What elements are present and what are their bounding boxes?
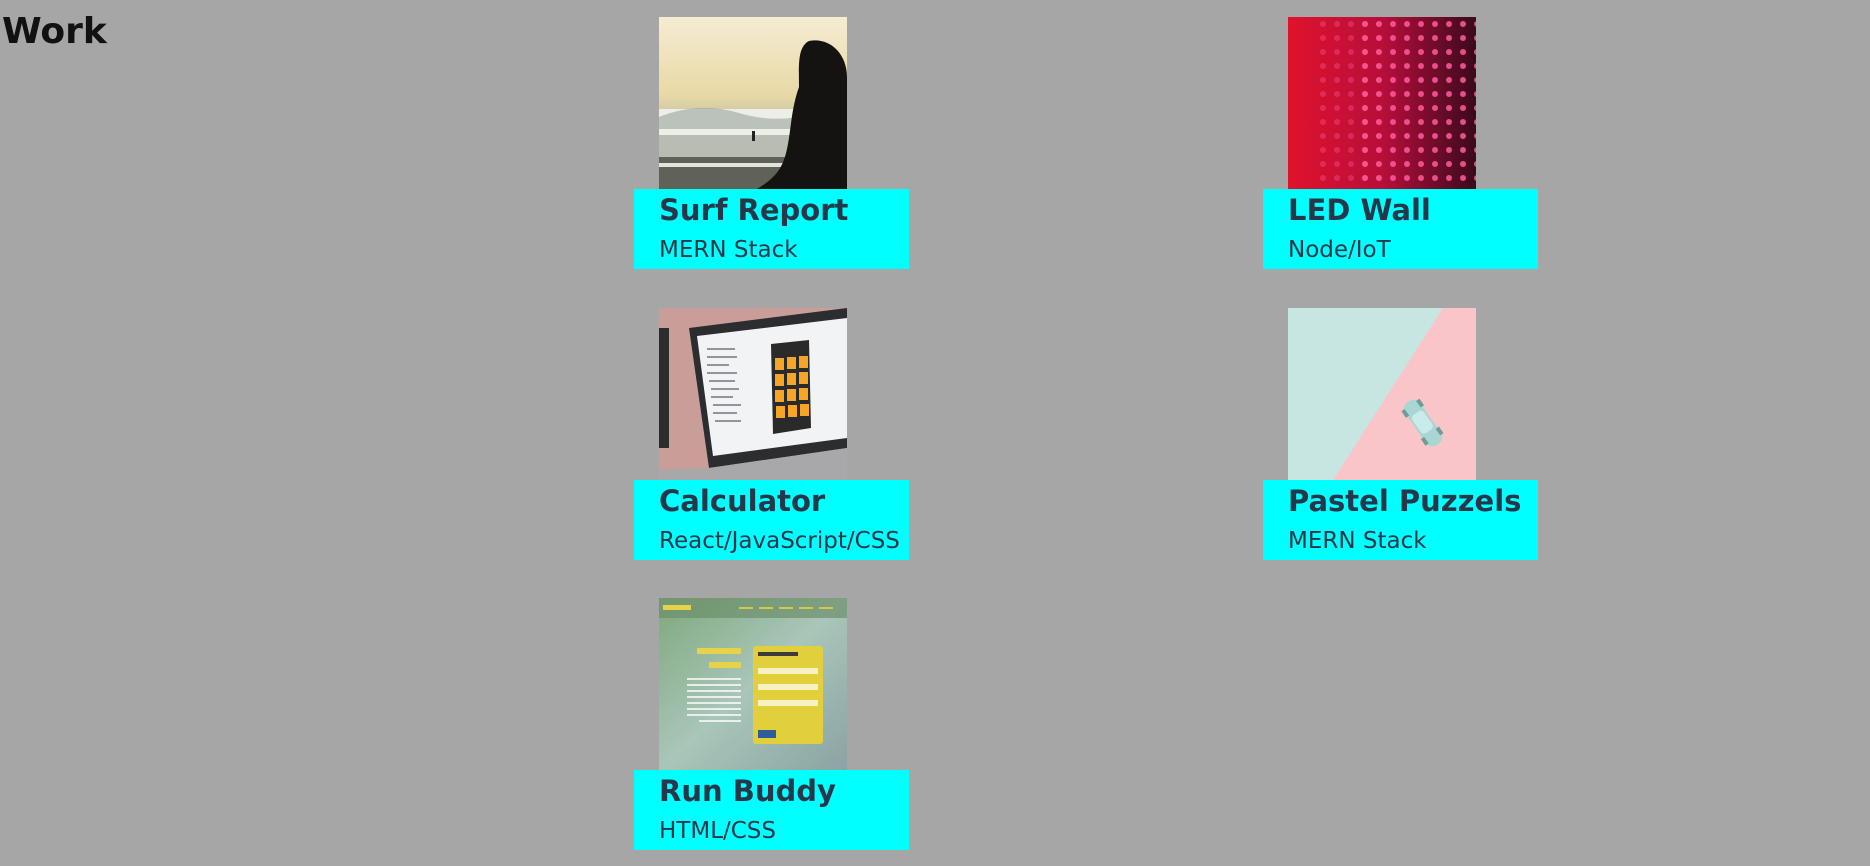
project-card-calculator[interactable]: Calculator React/JavaScript/CSS <box>634 308 909 560</box>
project-tech: MERN Stack <box>1288 528 1427 554</box>
project-caption: LED Wall Node/IoT <box>1263 189 1538 269</box>
project-caption: Calculator React/JavaScript/CSS <box>634 480 909 560</box>
project-card-pastel-puzzels[interactable]: Pastel Puzzels MERN Stack <box>1263 308 1538 560</box>
page-title: Work <box>2 11 107 52</box>
project-title[interactable]: LED Wall <box>1288 191 1431 229</box>
project-card-surf-report[interactable]: Surf Report MERN Stack <box>634 17 909 269</box>
led-wall-photo[interactable] <box>1288 17 1476 189</box>
project-tech: Node/IoT <box>1288 237 1391 263</box>
project-card-run-buddy[interactable]: Run Buddy HTML/CSS <box>634 598 909 850</box>
project-tech: MERN Stack <box>659 237 798 263</box>
toy-car-photo[interactable] <box>1288 308 1476 480</box>
project-caption: Run Buddy HTML/CSS <box>634 770 909 850</box>
project-title[interactable]: Surf Report <box>659 191 848 229</box>
project-title[interactable]: Calculator <box>659 482 825 520</box>
run-buddy-screenshot[interactable] <box>659 598 847 770</box>
project-tech: HTML/CSS <box>659 818 777 844</box>
calculator-photo[interactable] <box>659 308 847 480</box>
project-title[interactable]: Pastel Puzzels <box>1288 482 1521 520</box>
project-caption: Pastel Puzzels MERN Stack <box>1263 480 1538 560</box>
project-caption: Surf Report MERN Stack <box>634 189 909 269</box>
surf-photo[interactable] <box>659 17 847 189</box>
project-tech: React/JavaScript/CSS <box>659 528 900 554</box>
project-title[interactable]: Run Buddy <box>659 772 836 810</box>
project-card-led-wall[interactable]: LED Wall Node/IoT <box>1263 17 1538 269</box>
